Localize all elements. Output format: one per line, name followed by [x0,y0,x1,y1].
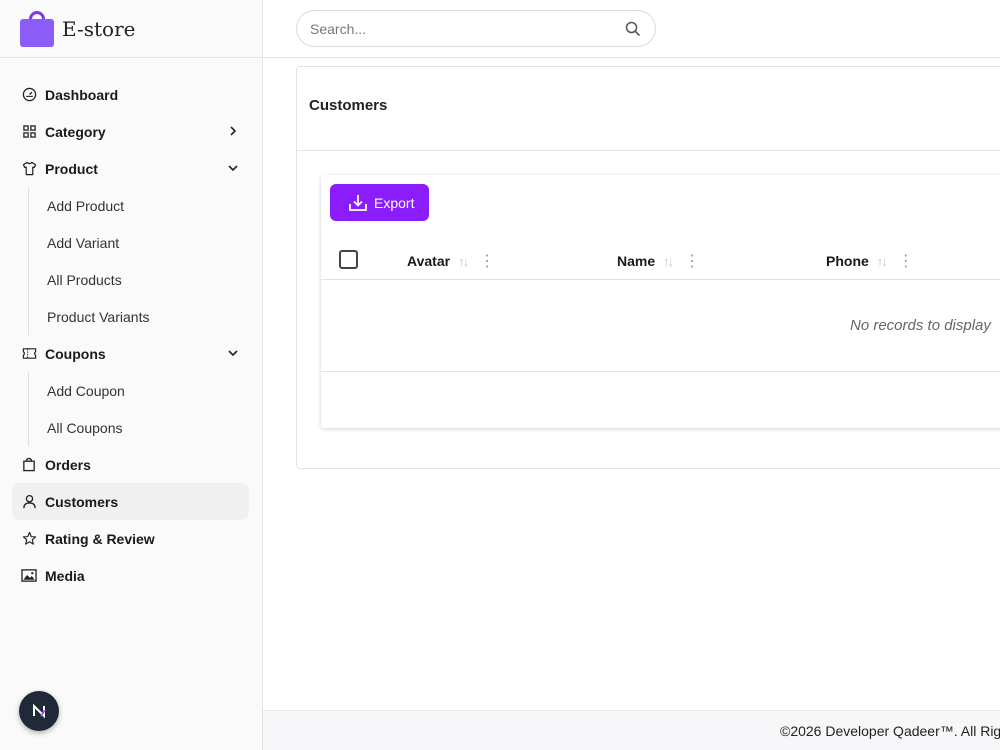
shirt-icon [21,161,37,177]
select-all-checkbox[interactable] [339,250,358,269]
chevron-down-icon [228,350,238,357]
star-icon [21,531,37,547]
column-header-name[interactable]: Name ↑↓ ⋮ [617,251,700,271]
customers-table: Export Avatar ↑↓ ⋮ Name ↑↓ ⋮ Phone ↑↓ ⋮ [321,175,1000,428]
column-menu-icon[interactable]: ⋮ [898,251,914,271]
shopping-bag-logo-icon [20,10,54,47]
search-icon[interactable] [625,21,641,42]
customers-card: Customers Export Avatar ↑↓ ⋮ Name ↑↓ ⋮ P… [296,66,1000,469]
top-header [263,0,1000,58]
search-input[interactable] [310,20,610,37]
column-menu-icon[interactable]: ⋮ [684,251,700,271]
download-icon [348,194,368,212]
empty-state-message: No records to display [850,317,991,334]
sidebar-item-label: Rating & Review [45,530,155,547]
submenu-item-add-product[interactable]: Add Product [0,187,262,224]
copyright-text: ©2026 Developer Qadeer™. All Rights [780,723,1000,739]
export-button-label: Export [374,194,415,211]
search-box [296,10,656,47]
divider [297,150,1000,151]
n-logo-icon [33,703,46,719]
sort-icon[interactable]: ↑↓ [663,254,674,269]
sidebar-item-product[interactable]: Product [0,150,262,187]
image-icon [21,568,37,584]
sidebar-item-orders[interactable]: Orders [0,446,262,483]
sidebar-item-category[interactable]: Category [0,113,262,150]
submenu-item-all-products[interactable]: All Products [0,261,262,298]
sidebar-item-label: Category [45,123,106,140]
chevron-down-icon [228,165,238,172]
main-content: Customers Export Avatar ↑↓ ⋮ Name ↑↓ ⋮ P… [263,58,1000,710]
sort-icon[interactable]: ↑↓ [877,254,888,269]
submenu-item-all-coupons[interactable]: All Coupons [0,409,262,446]
sidebar-item-coupons[interactable]: Coupons [0,335,262,372]
column-menu-icon[interactable]: ⋮ [479,251,495,271]
sidebar-item-label: Media [45,567,85,584]
submenu-item-add-coupon[interactable]: Add Coupon [0,372,262,409]
sidebar-item-label: Orders [45,456,91,473]
column-header-avatar[interactable]: Avatar ↑↓ ⋮ [407,251,495,271]
ticket-icon [21,346,37,362]
sidebar-item-label: Customers [45,493,119,510]
sort-icon[interactable]: ↑↓ [458,254,469,269]
sidebar-item-label: Coupons [45,345,106,362]
column-header-label: Phone [826,253,869,269]
submenu-item-add-variant[interactable]: Add Variant [0,224,262,261]
column-header-phone[interactable]: Phone ↑↓ ⋮ [826,251,914,271]
column-header-label: Name [617,253,656,269]
column-header-label: Avatar [407,253,451,269]
grid-icon [21,124,37,140]
chevron-right-icon [230,126,237,136]
page-title: Customers [309,97,388,114]
submenu-item-product-variants[interactable]: Product Variants [0,298,262,335]
brand-name: E-store [62,16,136,41]
table-header-row: Avatar ↑↓ ⋮ Name ↑↓ ⋮ Phone ↑↓ ⋮ [321,241,1000,280]
sidebar-item-customers[interactable]: Customers [12,483,249,520]
sidebar-item-label: Dashboard [45,86,119,103]
nextjs-devtools-button[interactable] [19,691,59,731]
brand[interactable]: E-store [0,0,262,58]
sidebar: E-store Dashboard Category Product Add P… [0,0,263,750]
table-footer-divider [321,371,1000,372]
bag-icon [21,457,37,473]
sidebar-item-dashboard[interactable]: Dashboard [0,76,262,113]
export-button[interactable]: Export [330,184,429,221]
product-submenu: Add Product Add Variant All Products Pro… [0,187,262,335]
sidebar-item-media[interactable]: Media [0,557,262,594]
page-footer: ©2026 Developer Qadeer™. All Rights [263,710,1000,750]
coupons-submenu: Add Coupon All Coupons [0,372,262,446]
gauge-icon [21,87,37,103]
sidebar-item-rating-review[interactable]: Rating & Review [0,520,262,557]
sidebar-item-label: Product [45,160,98,177]
sidebar-nav: Dashboard Category Product Add Product A… [0,58,262,594]
user-icon [21,494,37,510]
